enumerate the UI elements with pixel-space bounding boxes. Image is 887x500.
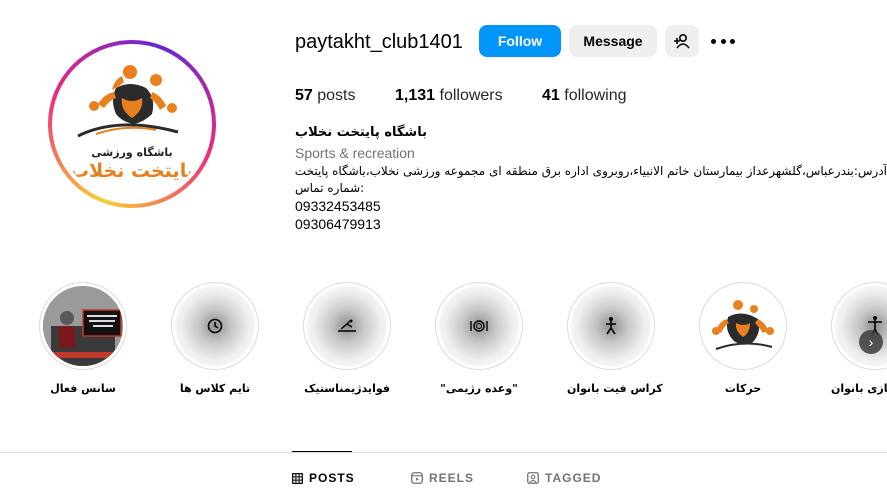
highlight-ring bbox=[171, 282, 259, 370]
avatar-inner: باشگاه ورزشی پایتخت نخلاب bbox=[52, 44, 212, 204]
highlight-item[interactable]: فوایدژیمناستیک bbox=[303, 282, 391, 395]
crossfit-icon bbox=[571, 286, 651, 366]
tab-reels[interactable]: REELS bbox=[411, 471, 474, 485]
highlights-next-button[interactable]: › bbox=[859, 330, 883, 354]
highlight-item[interactable]: حرکات bbox=[699, 282, 787, 395]
followers-label: followers bbox=[439, 87, 503, 104]
tab-posts-label: POSTS bbox=[309, 471, 355, 485]
club-logo-icon bbox=[703, 286, 783, 366]
chevron-right-icon: › bbox=[868, 334, 874, 350]
following-number: 41 bbox=[542, 87, 560, 104]
highlight-ring bbox=[699, 282, 787, 370]
avatar-logo: باشگاه ورزشی پایتخت نخلاب bbox=[56, 48, 208, 200]
highlight-ring bbox=[435, 282, 523, 370]
followers-link[interactable]: 1,131 followers bbox=[395, 87, 503, 105]
tabs-divider bbox=[0, 452, 887, 453]
logo-text-bottom: پایتخت نخلاب bbox=[70, 160, 194, 182]
highlight-ring bbox=[567, 282, 655, 370]
logo-text-top: باشگاه ورزشی bbox=[91, 146, 173, 159]
bio-phone-1: 09332453485 bbox=[295, 198, 381, 214]
highlight-label: کراس فیت بانوان bbox=[567, 382, 663, 395]
reels-icon bbox=[411, 472, 423, 484]
add-user-button[interactable] bbox=[665, 25, 699, 57]
posts-number: 57 bbox=[295, 87, 313, 104]
tab-posts[interactable]: POSTS bbox=[292, 471, 355, 485]
posts-count: 57 posts bbox=[295, 87, 356, 105]
highlight-label: بدنسازی بانوان bbox=[831, 382, 887, 395]
tab-tagged[interactable]: TAGGED bbox=[527, 471, 601, 485]
highlight-ring bbox=[303, 282, 391, 370]
bio-phone-2: 09306479913 bbox=[295, 216, 381, 232]
highlight-item[interactable]: تایم کلاس ها bbox=[171, 282, 259, 395]
highlight-item[interactable]: کراس فیت بانوان bbox=[567, 282, 663, 395]
tagged-icon bbox=[527, 472, 539, 484]
plate-icon bbox=[439, 286, 519, 366]
more-horizontal-icon bbox=[711, 38, 716, 44]
active-tab-indicator bbox=[292, 451, 352, 452]
person-plus-icon bbox=[674, 33, 690, 49]
highlight-ring bbox=[831, 282, 887, 370]
gymnast-icon bbox=[307, 286, 387, 366]
highlight-item[interactable]: سانس فعال bbox=[39, 282, 127, 395]
profile-username: paytakht_club1401 bbox=[295, 31, 463, 53]
profile-avatar[interactable]: باشگاه ورزشی پایتخت نخلاب bbox=[48, 40, 216, 208]
highlight-label: حرکات bbox=[724, 382, 762, 395]
bodybuilding-icon bbox=[835, 286, 887, 366]
more-horizontal-icon bbox=[730, 38, 735, 44]
tab-tagged-label: TAGGED bbox=[545, 471, 602, 485]
clock-icon bbox=[175, 286, 255, 366]
posts-label: posts bbox=[317, 87, 356, 104]
bio-contact-label: شماره تماس: bbox=[295, 181, 365, 195]
tab-reels-label: REELS bbox=[429, 471, 475, 485]
class-photo-icon bbox=[43, 286, 123, 366]
follow-button[interactable]: Follow bbox=[479, 25, 561, 57]
bio-address: آدرس:بندرعباس،گلشهرعداز بیمارستان خاتم ا… bbox=[295, 164, 887, 178]
following-link[interactable]: 41 following bbox=[542, 87, 627, 105]
more-options-button[interactable] bbox=[711, 32, 735, 50]
highlight-label: تایم کلاس ها bbox=[179, 382, 251, 395]
highlight-label: "وعده رژیمی" bbox=[440, 382, 518, 395]
more-horizontal-icon bbox=[720, 38, 726, 44]
highlight-label: سانس فعال bbox=[50, 382, 116, 395]
bio-category: Sports & recreation bbox=[295, 145, 415, 161]
bio-display-name: باشگاه پایتخت نخلاب bbox=[295, 125, 427, 140]
highlight-label: فوایدژیمناستیک bbox=[304, 382, 390, 395]
message-button[interactable]: Message bbox=[569, 25, 657, 57]
grid-icon bbox=[292, 472, 303, 484]
highlight-ring bbox=[39, 282, 127, 370]
following-label: following bbox=[564, 87, 627, 104]
followers-number: 1,131 bbox=[395, 87, 436, 104]
highlight-item[interactable]: "وعده رژیمی" bbox=[435, 282, 523, 395]
